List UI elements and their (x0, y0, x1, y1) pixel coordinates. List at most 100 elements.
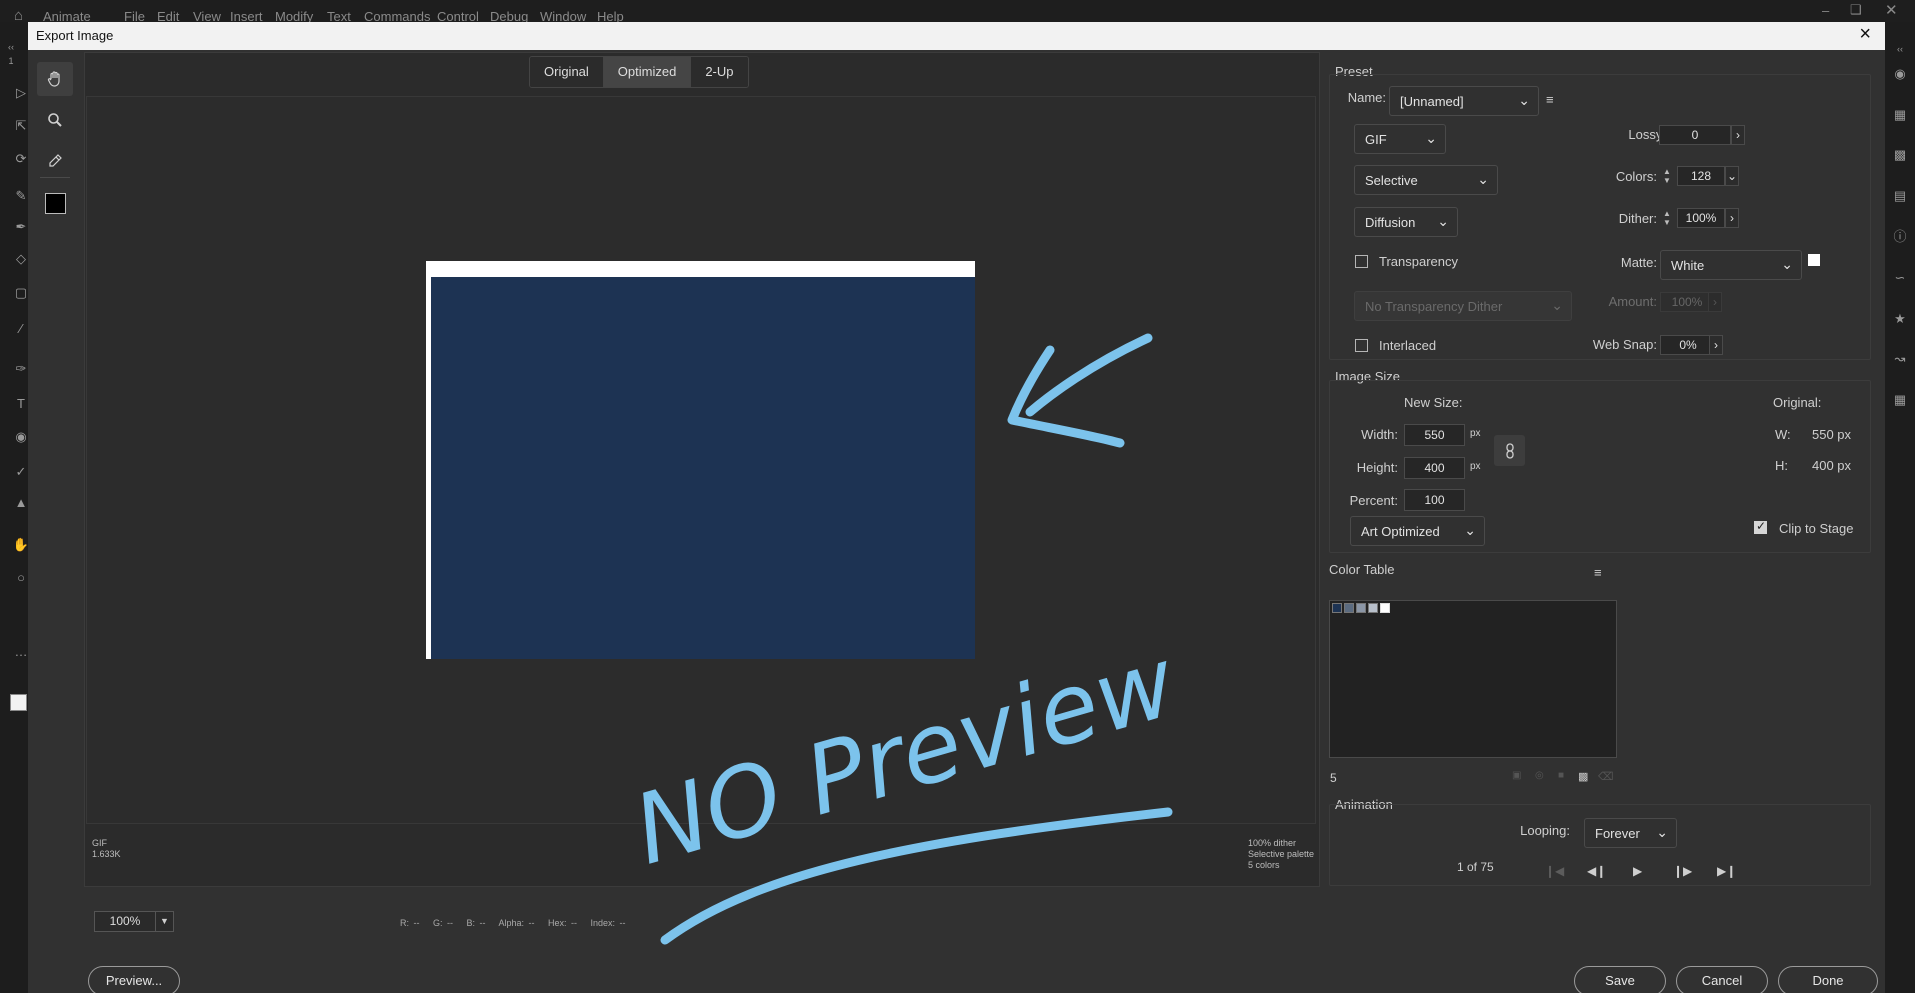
motion-icon[interactable]: ∽ (1891, 269, 1909, 287)
zoom-icon[interactable] (37, 103, 73, 137)
dither-arrow-icon[interactable]: › (1725, 208, 1739, 228)
maximize-icon[interactable]: ❑ (1850, 2, 1862, 18)
next-frame-icon[interactable]: ❙▶ (1673, 864, 1692, 878)
delete-color-icon[interactable]: ⌫ (1598, 770, 1614, 783)
color-count: 5 (1330, 771, 1337, 785)
save-button[interactable]: Save (1574, 966, 1666, 993)
transparency-checkbox[interactable] (1355, 255, 1368, 268)
first-frame-icon[interactable]: ❙◀ (1545, 864, 1564, 878)
library-icon[interactable]: ▦ (1891, 106, 1909, 124)
chevron-down-icon: ⌄ (1477, 171, 1489, 187)
matte-color-swatch[interactable] (1808, 254, 1820, 266)
color-table-menu-icon[interactable]: ≡ (1594, 565, 1602, 580)
colors-input[interactable]: 128 (1677, 166, 1725, 186)
lossy-arrow-icon[interactable]: › (1731, 125, 1745, 145)
zoom-select[interactable]: 100% ▼ (94, 911, 174, 932)
looping-label: Looping: (1520, 823, 1570, 838)
matte-label: Matte: (1620, 255, 1657, 270)
color-swatch-4[interactable] (1368, 603, 1378, 613)
add-color-icon[interactable]: ▩ (1578, 770, 1588, 783)
align-icon[interactable]: ▩ (1891, 146, 1909, 164)
interlaced-checkbox[interactable] (1355, 339, 1368, 352)
looping-value: Forever (1595, 825, 1640, 841)
chevron-down-icon: ⌄ (1464, 522, 1476, 538)
dither-algorithm-select[interactable]: Diffusion ⌄ (1354, 207, 1458, 237)
link-icon[interactable] (1494, 435, 1525, 466)
transparency-dither-select[interactable]: No Transparency Dither ⌄ (1354, 291, 1572, 321)
original-w-label: W: (1775, 427, 1791, 442)
close-icon[interactable]: × (1859, 23, 1871, 46)
chevron-down-icon: ⌄ (1656, 824, 1668, 840)
last-frame-icon[interactable]: ▶❙ (1717, 864, 1736, 878)
tab-2up[interactable]: 2-Up (691, 57, 748, 87)
web-shift-icon[interactable]: ◎ (1535, 770, 1544, 781)
dither-input[interactable]: 100% (1677, 208, 1725, 228)
colors-dropdown-icon[interactable]: ⌄ (1725, 166, 1739, 186)
tab-optimized[interactable]: Optimized (603, 57, 692, 87)
lossy-input[interactable]: 0 (1659, 125, 1731, 145)
done-button[interactable]: Done (1778, 966, 1878, 993)
minimize-icon[interactable]: – (1822, 3, 1829, 18)
matte-select[interactable]: White ⌄ (1660, 250, 1802, 280)
panel-number: 1 (8, 56, 14, 66)
height-input[interactable]: 400 (1404, 457, 1465, 479)
chevron-down-icon[interactable]: ▼ (155, 912, 173, 931)
color-swatch-3[interactable] (1356, 603, 1366, 613)
percent-input[interactable]: 100 (1404, 489, 1465, 511)
previous-frame-icon[interactable]: ◀❙ (1587, 864, 1606, 878)
transparency-dither-value: No Transparency Dither (1365, 298, 1503, 314)
host-panel-strip: ‹‹ ◉ ▦ ▩ ▤ ⓘ ∽ ★ ↝ ▦ (1885, 22, 1915, 993)
preset-name-select[interactable]: [Unnamed] ⌄ (1389, 86, 1539, 116)
host-toolbar: ‹‹ 1 ▷ ⇱ ⟳ ✎ ✒ ◇ ▢ ∕ ✑ T ◉ ✓ ▲ ✋ ○ … (0, 22, 29, 993)
tab-original[interactable]: Original (530, 57, 604, 87)
expand-icon[interactable]: ‹‹ (1891, 40, 1909, 58)
eyedropper-icon[interactable] (37, 144, 73, 178)
stage-preview-image (431, 277, 975, 659)
width-input[interactable]: 550 (1404, 424, 1465, 446)
info-icon[interactable]: ⓘ (1891, 228, 1909, 246)
preset-menu-icon[interactable]: ≡ (1546, 92, 1554, 107)
map-color-icon[interactable]: ▣ (1512, 770, 1521, 781)
play-icon[interactable]: ▶ (1633, 864, 1642, 878)
chevron-down-icon: ⌄ (1425, 130, 1437, 146)
color-swatch-1[interactable] (1332, 603, 1342, 613)
original-h-value: 400 px (1812, 458, 1852, 473)
looping-select[interactable]: Forever ⌄ (1584, 818, 1677, 848)
quality-select[interactable]: Art Optimized ⌄ (1350, 516, 1485, 546)
color-swatch-2[interactable] (1344, 603, 1354, 613)
fill-color-swatch[interactable] (10, 694, 27, 711)
app-close-icon[interactable]: ✕ (1885, 1, 1898, 19)
preview-button[interactable]: Preview... (88, 966, 180, 993)
color-table[interactable] (1329, 600, 1617, 758)
hand-icon[interactable] (37, 62, 73, 96)
assets-icon[interactable]: ▦ (1891, 391, 1909, 409)
lossy-label: Lossy: (1628, 127, 1666, 142)
amount-input[interactable]: 100% (1660, 292, 1714, 312)
original-w-value: 550 px (1812, 427, 1852, 442)
color-swatch[interactable] (45, 193, 66, 214)
chevron-down-icon: ⌄ (1551, 297, 1563, 313)
properties-icon[interactable]: ▤ (1891, 187, 1909, 205)
dialog-title: Export Image (36, 28, 114, 43)
color-swatch-5[interactable] (1380, 603, 1390, 613)
websnap-input[interactable]: 0% (1660, 335, 1716, 355)
cancel-button[interactable]: Cancel (1676, 966, 1768, 993)
matte-value: White (1671, 257, 1705, 273)
preview-file-size: 1.633K (92, 849, 121, 859)
preview-optimization-info: 100% dither Selective palette 5 colors (1248, 838, 1314, 871)
websnap-arrow-icon[interactable]: › (1709, 335, 1723, 355)
history-icon[interactable]: ↝ (1891, 350, 1909, 368)
preview-dither-info: 100% dither (1248, 838, 1297, 848)
colors-spinner-icon[interactable]: ▲ ▼ (1662, 167, 1672, 185)
interlaced-label: Interlaced (1379, 338, 1437, 353)
dither-spinner-icon[interactable]: ▲ ▼ (1662, 209, 1672, 227)
clip-to-stage-checkbox[interactable] (1754, 519, 1767, 534)
lock-color-icon[interactable]: ■ (1558, 770, 1564, 781)
amount-arrow-icon[interactable]: › (1708, 292, 1722, 312)
view-tabs: Original Optimized 2-Up (529, 56, 749, 88)
app-menubar: ⌂ Animate File Edit View Insert Modify T… (0, 0, 1915, 24)
format-select[interactable]: GIF ⌄ (1354, 124, 1446, 154)
palette-select[interactable]: Selective ⌄ (1354, 165, 1498, 195)
components-icon[interactable]: ★ (1891, 310, 1909, 328)
palette-icon[interactable]: ◉ (1891, 65, 1909, 83)
